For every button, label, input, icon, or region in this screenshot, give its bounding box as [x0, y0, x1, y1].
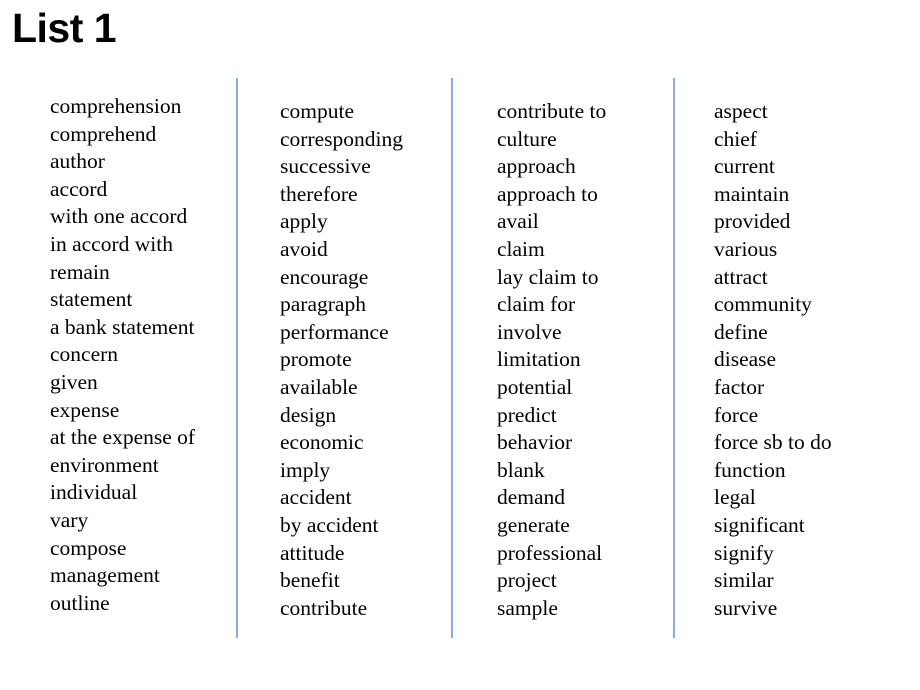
word-item: statement	[50, 287, 133, 312]
word-column-3: contribute to culture approach approach to a…	[497, 98, 606, 622]
word-item: imply	[280, 457, 331, 482]
word-item: force sb to do	[714, 430, 832, 455]
word-item: various	[714, 236, 778, 261]
word-item: predict	[497, 402, 557, 427]
word-item: outline	[50, 590, 110, 615]
word-column-2: compute corresponding successive therefore a…	[280, 98, 403, 622]
word-item: available	[280, 374, 358, 399]
word-item: chief	[714, 126, 757, 151]
word-item: corresponding	[280, 126, 403, 151]
word-item: involve	[497, 319, 562, 344]
word-item: at the expense of	[50, 425, 196, 450]
word-item: community	[714, 292, 812, 317]
word-item: contribute to	[497, 99, 607, 123]
word-item: comprehend	[50, 121, 157, 146]
word-item: demand	[497, 485, 566, 510]
word-column-1: comprehension comprehend author accord with …	[50, 93, 195, 617]
word-item: author	[50, 149, 105, 174]
word-item: force	[714, 402, 759, 427]
word-item: with one accord	[50, 204, 188, 229]
word-item: in accord with	[50, 231, 173, 256]
word-item: disease	[714, 347, 777, 372]
word-item: vary	[50, 507, 89, 532]
column-divider-2	[451, 78, 453, 638]
word-item: compute	[280, 99, 355, 123]
word-item: expense	[50, 397, 120, 422]
word-item: benefit	[280, 568, 340, 593]
word-item: remain	[50, 259, 110, 284]
word-item: maintain	[714, 181, 790, 206]
word-item: define	[714, 319, 768, 344]
word-item: professional	[497, 540, 603, 565]
word-item: similar	[714, 568, 774, 593]
word-item: paragraph	[280, 292, 366, 317]
page-title: List 1	[12, 5, 117, 51]
word-item: therefore	[280, 181, 358, 206]
word-item: promote	[280, 347, 352, 372]
word-item: generate	[497, 512, 570, 537]
word-item: claim for	[497, 292, 576, 317]
word-item: factor	[714, 374, 765, 399]
word-item: current	[714, 154, 775, 179]
word-item: economic	[280, 430, 364, 455]
word-item: provided	[714, 209, 791, 234]
word-item: comprehension	[50, 94, 182, 118]
word-column-4: aspect chief current maintain provided variou…	[714, 98, 832, 622]
word-item: legal	[714, 485, 756, 510]
word-item: culture	[497, 126, 557, 151]
word-item: apply	[280, 209, 328, 234]
word-item: approach to	[497, 181, 598, 206]
word-item: accident	[280, 485, 352, 510]
column-divider-3	[673, 78, 675, 638]
word-item: behavior	[497, 430, 573, 455]
word-item: by accident	[280, 512, 379, 537]
word-item: attitude	[280, 540, 345, 565]
word-item: compose	[50, 535, 127, 560]
word-item: significant	[714, 512, 805, 537]
word-item: individual	[50, 480, 138, 505]
word-item: concern	[50, 342, 119, 367]
column-divider-1	[236, 78, 238, 638]
word-item: encourage	[280, 264, 369, 289]
word-item: successive	[280, 154, 371, 179]
word-item: limitation	[497, 347, 581, 372]
word-item: accord	[50, 176, 108, 201]
word-item: claim	[497, 236, 545, 261]
word-item: project	[497, 568, 557, 593]
word-item: avail	[497, 209, 539, 234]
word-item: aspect	[714, 99, 768, 123]
word-item: given	[50, 369, 98, 394]
word-item: sample	[497, 595, 558, 620]
word-item: function	[714, 457, 786, 482]
word-item: attract	[714, 264, 768, 289]
slide-canvas: List 1 comprehension comprehend author acco…	[0, 0, 920, 690]
word-item: environment	[50, 452, 159, 477]
word-item: a bank statement	[50, 314, 195, 339]
word-item: survive	[714, 595, 778, 620]
word-item: design	[280, 402, 337, 427]
word-item: avoid	[280, 236, 328, 261]
word-item: blank	[497, 457, 545, 482]
word-item: performance	[280, 319, 389, 344]
word-item: contribute	[280, 595, 368, 620]
word-item: signify	[714, 540, 774, 565]
word-item: lay claim to	[497, 264, 599, 289]
word-item: management	[50, 563, 160, 588]
word-item: potential	[497, 374, 573, 399]
word-item: approach	[497, 154, 576, 179]
